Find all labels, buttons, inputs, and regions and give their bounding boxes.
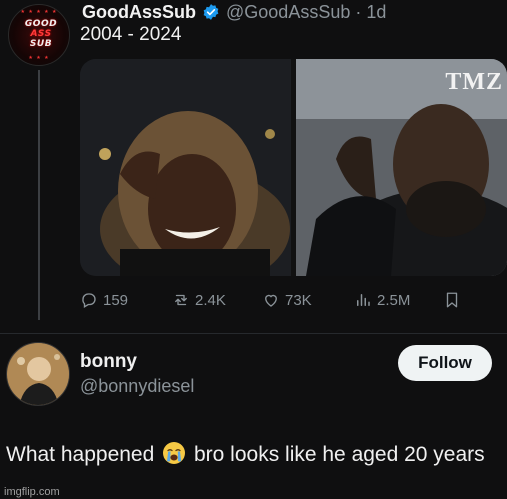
author-handle[interactable]: @GoodAssSub [226, 2, 350, 22]
avatar-text-ass: ASS [30, 29, 52, 39]
reply-icon [82, 293, 96, 308]
views-count: 2.5M [377, 291, 411, 309]
tweet-media[interactable]: TMZ [80, 59, 507, 276]
photo-older[interactable]: TMZ [296, 59, 507, 276]
bonny-avatar[interactable] [6, 342, 70, 406]
views-icon [357, 294, 370, 306]
like-count: 73K [285, 291, 312, 309]
imgflip-watermark: imgflip.com [4, 486, 60, 498]
like-action[interactable]: 73K [262, 289, 312, 311]
meta-separator: · [355, 1, 362, 22]
reply-text: What happened bro looks like he aged 20 … [6, 438, 507, 472]
repost-action[interactable]: 2.4K [172, 289, 226, 311]
bookmark-icon [446, 292, 458, 308]
goodasssub-avatar[interactable]: ★ ★ ★ ★ ★ GOOD ASS SUB ★ ★ ★ [8, 4, 70, 66]
author-name[interactable]: GoodAssSub [82, 2, 196, 23]
tweet-header: GoodAssSub @GoodAssSub · 1d [82, 0, 386, 24]
photo-young[interactable] [80, 59, 291, 276]
reply-action[interactable]: 159 [80, 289, 128, 311]
reply-count: 159 [103, 291, 129, 309]
repost-count: 2.4K [195, 291, 226, 309]
reply-text-part-1: What happened [6, 443, 155, 466]
follow-button[interactable]: Follow [398, 345, 492, 381]
views-action[interactable]: 2.5M [354, 289, 410, 311]
avatar-text-good: GOOD [24, 19, 58, 29]
loudly-crying-face-icon [162, 441, 186, 465]
thread-line [38, 70, 40, 320]
tweet-text: 2004 - 2024 [80, 24, 182, 45]
reply-author-handle[interactable]: @bonnydiesel [80, 376, 194, 397]
avatar-stars-decoration-bottom: ★ ★ ★ [28, 55, 50, 61]
bookmark-action[interactable] [443, 289, 461, 311]
avatar-text-sub: SUB [29, 39, 53, 49]
reply-author-name[interactable]: bonny [80, 351, 137, 373]
tweet-age[interactable]: 1d [366, 2, 386, 22]
verified-badge-icon [202, 3, 220, 21]
repost-icon [175, 294, 187, 306]
reply-text-part-2: bro looks like he aged 20 years [193, 443, 485, 466]
tweet-actions: 159 2.4K 73K 2.5M [80, 289, 480, 311]
section-divider [0, 333, 507, 334]
tmz-watermark: TMZ [445, 69, 503, 95]
heart-icon [265, 294, 277, 307]
avatar-stars-decoration: ★ ★ ★ ★ ★ [20, 9, 58, 15]
